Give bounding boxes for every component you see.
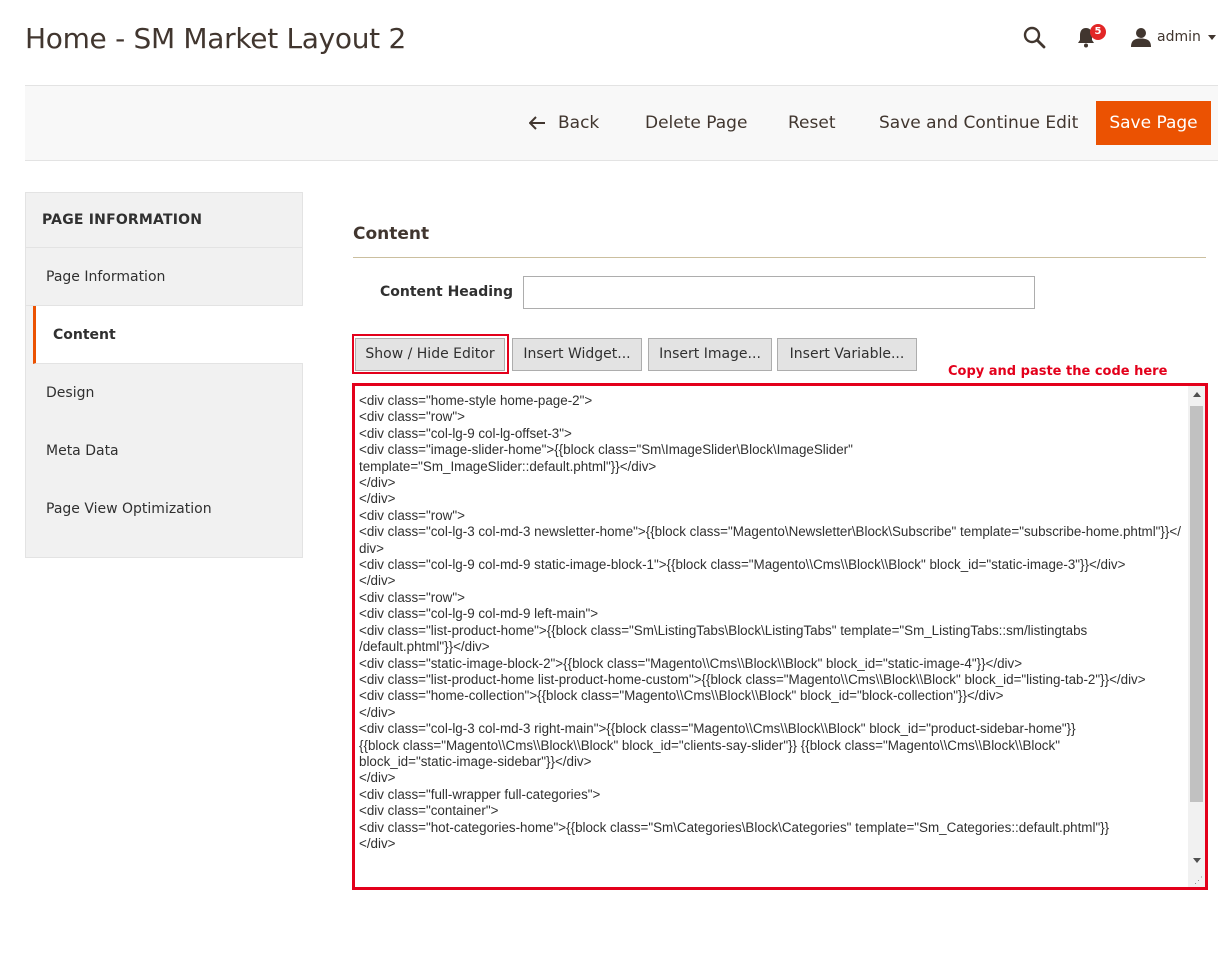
section-title[interactable]: Content	[353, 224, 429, 244]
save-page-button[interactable]: Save Page	[1096, 101, 1211, 145]
arrow-left-icon	[529, 116, 545, 130]
sidebar-item-meta-data[interactable]: Meta Data	[26, 422, 302, 480]
user-icon	[1131, 28, 1151, 47]
insert-variable-button[interactable]: Insert Variable...	[777, 338, 917, 371]
code-content[interactable]: <div class="home-style home-page-2"> <di…	[359, 393, 1185, 852]
save-and-continue-button[interactable]: Save and Continue Edit	[879, 86, 1078, 160]
section-divider	[353, 257, 1206, 258]
page-title: Home - SM Market Layout 2	[25, 22, 406, 55]
insert-widget-button[interactable]: Insert Widget...	[512, 338, 642, 371]
sidebar-title: PAGE INFORMATION	[26, 193, 302, 248]
resize-grip-icon[interactable]: ⋰	[1194, 876, 1203, 885]
user-menu[interactable]: admin	[1131, 26, 1216, 48]
sidebar-item-content[interactable]: Content	[33, 306, 303, 364]
user-name: admin	[1157, 29, 1201, 45]
back-button[interactable]: Back	[529, 86, 599, 160]
annotation-text: Copy and paste the code here	[948, 364, 1168, 379]
content-code-textarea[interactable]: <div class="home-style home-page-2"> <di…	[352, 383, 1208, 890]
textarea-scrollbar[interactable]	[1188, 386, 1205, 887]
show-hide-editor-button[interactable]: Show / Hide Editor	[355, 338, 505, 371]
scroll-up-icon[interactable]	[1193, 392, 1201, 397]
sidebar-nav: PAGE INFORMATION Page Information Conten…	[25, 192, 303, 558]
sidebar-item-page-information[interactable]: Page Information	[26, 248, 302, 306]
chevron-down-icon	[1207, 34, 1216, 40]
sidebar-item-page-view-optimization[interactable]: Page View Optimization	[26, 480, 302, 538]
content-heading-label: Content Heading	[380, 284, 514, 300]
reset-button[interactable]: Reset	[788, 86, 836, 160]
page-actions-bar: Back Delete Page Reset Save and Continue…	[25, 85, 1218, 161]
scroll-thumb[interactable]	[1190, 406, 1203, 802]
insert-image-button[interactable]: Insert Image...	[648, 338, 772, 371]
search-icon[interactable]	[1022, 25, 1046, 49]
back-label: Back	[558, 113, 600, 133]
notification-badge: 5	[1090, 24, 1106, 40]
scroll-down-icon[interactable]	[1193, 858, 1201, 863]
content-heading-input[interactable]	[523, 276, 1035, 309]
delete-page-button[interactable]: Delete Page	[645, 86, 747, 160]
sidebar-item-design[interactable]: Design	[26, 364, 302, 422]
